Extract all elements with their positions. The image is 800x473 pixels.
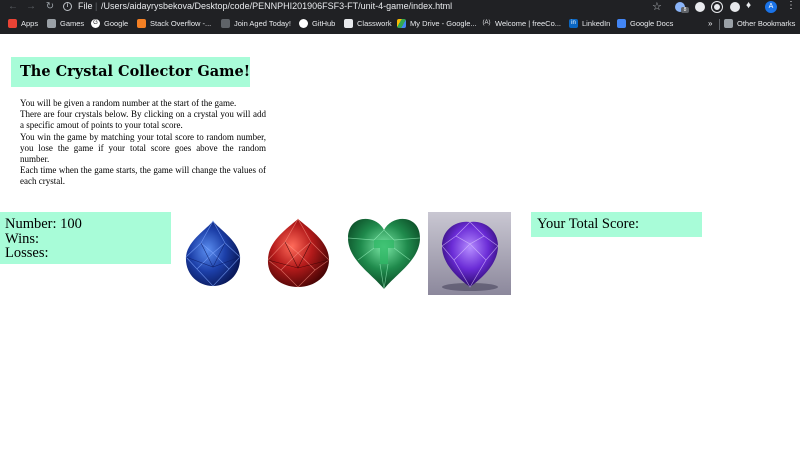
bookmark-google-docs[interactable]: Google Docs bbox=[617, 19, 673, 28]
stackoverflow-icon bbox=[137, 19, 146, 28]
bookmark-other[interactable]: Other Bookmarks bbox=[724, 19, 795, 28]
browser-chrome: ← → ↻ i File | /Users/aidayrysbekova/Des… bbox=[0, 0, 800, 34]
blue-crystal-icon bbox=[185, 220, 241, 287]
losses-count: Losses: bbox=[5, 245, 49, 261]
folder-icon bbox=[47, 19, 56, 28]
bookmark-label: LinkedIn bbox=[582, 19, 611, 28]
title-panel: The Crystal Collector Game! bbox=[11, 57, 250, 87]
address-bar: ← → ↻ i File | /Users/aidayrysbekova/Des… bbox=[0, 0, 800, 14]
bookmark-star-icon[interactable]: ☆ bbox=[652, 0, 662, 13]
instruction-line: You will be given a random number at the… bbox=[20, 98, 237, 108]
bookmark-label: Classwork bbox=[357, 19, 392, 28]
extension-ring-icon[interactable] bbox=[712, 2, 722, 12]
extension-badge: 8 bbox=[681, 7, 689, 13]
google-icon: G bbox=[91, 19, 100, 28]
blue-crystal-button[interactable] bbox=[183, 219, 243, 288]
green-crystal-icon bbox=[347, 218, 421, 290]
apps-grid-icon bbox=[8, 19, 17, 28]
bookmark-apps[interactable]: Apps bbox=[8, 19, 38, 28]
drive-icon bbox=[397, 19, 406, 28]
bookmark-freecodecamp[interactable]: (A) Welcome | freeCo... bbox=[482, 19, 562, 28]
classroom-icon bbox=[344, 19, 353, 28]
bookmark-label: GitHub bbox=[312, 19, 336, 28]
bookmark-classwork[interactable]: Classwork bbox=[344, 19, 392, 28]
bookmark-stackoverflow[interactable]: Stack Overflow -... bbox=[137, 19, 211, 28]
bookmark-label: Stack Overflow -... bbox=[150, 19, 212, 28]
linkedin-icon: in bbox=[569, 19, 578, 28]
red-crystal-button[interactable] bbox=[265, 216, 332, 289]
page-title: The Crystal Collector Game! bbox=[20, 63, 251, 80]
bookmark-label: Games bbox=[60, 19, 85, 28]
red-crystal-icon bbox=[267, 218, 330, 288]
bookmark-label: My Drive - Google... bbox=[410, 19, 477, 28]
bookmark-label: Welcome | freeCo... bbox=[495, 19, 561, 28]
kebab-menu-icon[interactable]: ⋮ bbox=[786, 0, 796, 11]
bookmark-label: Google bbox=[104, 19, 129, 28]
instruction-line: You win the game by matching your total … bbox=[20, 131, 266, 165]
instructions: You will be given a random number at the… bbox=[20, 98, 266, 188]
bookmarks-divider bbox=[719, 19, 720, 30]
info-icon[interactable]: i bbox=[63, 2, 72, 11]
bookmark-games[interactable]: Games bbox=[47, 19, 84, 28]
bookmark-join-aged[interactable]: Join Aged Today! bbox=[221, 19, 291, 28]
bookmarks-bar: Apps Games G Google Stack Overflow -... … bbox=[0, 16, 800, 34]
avatar[interactable]: A bbox=[765, 1, 777, 13]
green-crystal-button[interactable] bbox=[346, 212, 422, 291]
puzzle-icon[interactable]: ♦ bbox=[746, 0, 751, 11]
instruction-line: There are four crystals below. By clicki… bbox=[20, 109, 266, 131]
purple-crystal-button[interactable] bbox=[428, 212, 511, 295]
forward-arrow-icon[interactable]: → bbox=[24, 1, 38, 13]
bookmark-github[interactable]: GitHub bbox=[299, 19, 335, 28]
extension-circle-icon[interactable] bbox=[695, 2, 705, 12]
extension-power-icon[interactable] bbox=[730, 2, 740, 12]
bookmark-linkedin[interactable]: in LinkedIn bbox=[569, 19, 610, 28]
total-score-label: Your Total Score: bbox=[537, 216, 639, 232]
bookmark-label: Apps bbox=[21, 19, 39, 28]
bookmark-drive[interactable]: My Drive - Google... bbox=[397, 19, 477, 28]
bookmark-label: Other Bookmarks bbox=[737, 19, 796, 28]
score-panel: Your Total Score: bbox=[531, 212, 702, 237]
stats-panel: Number: 100 Wins: Losses: bbox=[0, 212, 171, 264]
bookmark-google[interactable]: G Google bbox=[91, 19, 128, 28]
bookmark-label: Join Aged Today! bbox=[234, 19, 291, 28]
reload-icon[interactable]: ↻ bbox=[43, 1, 57, 13]
more-bookmarks-chevron-icon[interactable]: » bbox=[708, 19, 712, 28]
page-icon bbox=[221, 19, 230, 28]
docs-icon bbox=[617, 19, 626, 28]
github-icon bbox=[299, 19, 308, 28]
url-separator: | bbox=[95, 1, 98, 11]
instruction-line: Each time when the game starts, the game… bbox=[20, 165, 266, 187]
bookmark-label: Google Docs bbox=[630, 19, 674, 28]
freecodecamp-icon: (A) bbox=[482, 20, 491, 26]
back-arrow-icon[interactable]: ← bbox=[6, 1, 20, 13]
folder-icon bbox=[724, 19, 733, 28]
url-scheme-label[interactable]: File bbox=[78, 1, 93, 11]
purple-crystal-icon bbox=[428, 212, 511, 295]
url-input[interactable]: /Users/aidayrysbekova/Desktop/code/PENNP… bbox=[101, 1, 452, 11]
